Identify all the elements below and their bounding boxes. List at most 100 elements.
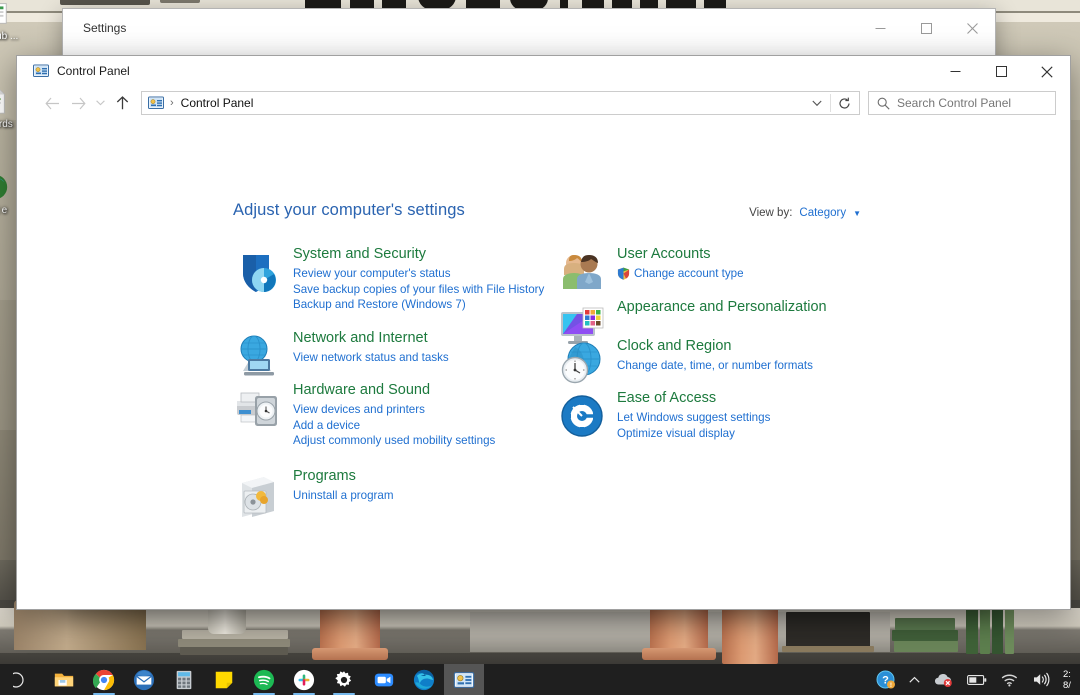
settings-titlebar[interactable]: Settings: [63, 9, 995, 47]
taskbar-item-spotify[interactable]: [244, 664, 284, 695]
address-dropdown-button[interactable]: [804, 92, 830, 114]
minimize-icon: [950, 66, 961, 77]
category-link[interactable]: Adjust commonly used mobility settings: [293, 433, 533, 449]
view-by-control[interactable]: View by: Category ▼: [749, 207, 861, 219]
zoom-camera-icon: [373, 669, 395, 691]
view-by-value[interactable]: Category: [799, 207, 846, 219]
category-link[interactable]: Change date, time, or number formats: [617, 358, 877, 374]
close-icon: [1041, 66, 1053, 78]
tray-help-button[interactable]: ? !: [869, 664, 902, 695]
category-title[interactable]: Clock and Region: [617, 337, 731, 356]
category-link[interactable]: Save backup copies of your files with Fi…: [293, 282, 533, 298]
file-explorer-icon: [53, 669, 75, 691]
pot-saucer-decor: [642, 648, 716, 660]
category-system-and-security[interactable]: System and Security Review your computer…: [233, 245, 533, 313]
category-link[interactable]: Let Windows suggest settings: [617, 410, 877, 426]
breadcrumb-control-panel[interactable]: Control Panel: [181, 96, 254, 110]
taskbar-item-slack[interactable]: [284, 664, 324, 695]
address-bar[interactable]: › Control Panel: [141, 91, 860, 115]
category-title[interactable]: Programs: [293, 467, 356, 486]
taskbar-item-settings[interactable]: [324, 664, 364, 695]
tray-network-button[interactable]: [994, 664, 1025, 695]
control-panel-titlebar[interactable]: Control Panel: [17, 56, 1070, 87]
taskbar-item-sticky-notes[interactable]: [204, 664, 244, 695]
up-button[interactable]: [109, 90, 135, 116]
system-tray: ? !: [869, 664, 1080, 695]
start-button[interactable]: [0, 664, 44, 695]
control-panel-maximize-button[interactable]: [978, 56, 1024, 87]
uac-shield-icon: [617, 267, 630, 280]
category-link-label: Change account type: [634, 266, 744, 282]
control-panel-close-button[interactable]: [1024, 56, 1070, 87]
svg-text:!: !: [890, 682, 892, 689]
control-panel-minimize-button[interactable]: [932, 56, 978, 87]
document-icon: [0, 86, 10, 116]
taskbar-item-microsoft-edge[interactable]: [404, 664, 444, 695]
slack-icon: [293, 669, 315, 691]
taskbar-item-calculator[interactable]: [164, 664, 204, 695]
sticky-notes-icon: [213, 669, 235, 691]
category-hardware-and-sound[interactable]: Hardware and Sound View devices and prin…: [233, 381, 533, 449]
category-user-accounts[interactable]: User Accounts Change account type: [557, 245, 877, 282]
category-link[interactable]: Backup and Restore (Windows 7): [293, 297, 533, 313]
control-panel-content: Adjust your computer's settings View by:…: [17, 119, 1070, 609]
category-ease-of-access[interactable]: Ease of Access Let Windows suggest setti…: [557, 389, 877, 441]
category-link[interactable]: Uninstall a program: [293, 488, 533, 504]
tray-battery-button[interactable]: [960, 664, 994, 695]
clock-time: 2:: [1063, 669, 1080, 680]
category-programs[interactable]: Programs Uninstall a program: [233, 467, 533, 504]
category-title[interactable]: Network and Internet: [293, 329, 428, 348]
taskbar-item-google-chrome[interactable]: [84, 664, 124, 695]
back-button[interactable]: [39, 90, 65, 116]
taskbar-item-control-panel[interactable]: [444, 664, 484, 695]
book-spine-decor: [992, 605, 1003, 654]
category-title[interactable]: Ease of Access: [617, 389, 716, 408]
control-panel-icon: [33, 63, 49, 79]
microsoft-edge-icon: [0, 172, 10, 202]
printer-device-icon: [233, 383, 283, 433]
category-title[interactable]: Hardware and Sound: [293, 381, 430, 400]
minimize-icon: [875, 23, 886, 34]
category-title[interactable]: Appearance and Personalization: [617, 298, 827, 317]
recent-locations-button[interactable]: [91, 90, 109, 116]
chevron-up-icon: [909, 676, 920, 684]
forward-button[interactable]: [65, 90, 91, 116]
category-link[interactable]: Add a device: [293, 418, 533, 434]
category-title[interactable]: System and Security: [293, 245, 426, 264]
chevron-down-icon[interactable]: ▼: [853, 209, 861, 218]
settings-minimize-button[interactable]: [857, 9, 903, 47]
search-input[interactable]: Search Control Panel: [897, 96, 1011, 110]
category-title[interactable]: User Accounts: [617, 245, 711, 264]
refresh-button[interactable]: [831, 92, 857, 114]
show-hidden-icons-button[interactable]: [902, 664, 927, 695]
taskbar-item-zoom[interactable]: [364, 664, 404, 695]
books-decor: [892, 630, 958, 641]
taskbar-item-mail[interactable]: [124, 664, 164, 695]
category-network-and-internet[interactable]: Network and Internet View network status…: [233, 329, 533, 366]
desktop-icon-accessories[interactable]: ories ub ...: [0, 0, 28, 42]
tray-onedrive-button[interactable]: [927, 664, 960, 695]
control-panel-window[interactable]: Control Panel: [16, 55, 1071, 610]
category-link[interactable]: View network status and tasks: [293, 350, 533, 366]
chevron-down-icon: [812, 100, 822, 107]
category-link[interactable]: Optimize visual display: [617, 426, 877, 442]
page-title: Adjust your computer's settings: [233, 201, 465, 220]
close-icon: [967, 23, 978, 34]
taskbar-clock[interactable]: 2: 8/: [1058, 669, 1080, 691]
ease-of-access-icon: [557, 391, 607, 441]
settings-close-button[interactable]: [949, 9, 995, 47]
control-panel-window-controls: [932, 56, 1070, 87]
category-appearance-and-personalization[interactable]: Appearance and Personalization: [557, 298, 877, 319]
desktop-icon-label: ion ords: [0, 119, 13, 130]
category-link[interactable]: Review your computer's status: [293, 266, 533, 282]
taskbar[interactable]: ? !: [0, 664, 1080, 695]
category-link-change-account-type[interactable]: Change account type: [617, 266, 877, 282]
category-link[interactable]: View devices and printers: [293, 402, 533, 418]
taskbar-item-file-explorer[interactable]: [44, 664, 84, 695]
search-control-panel-box[interactable]: Search Control Panel: [868, 91, 1056, 115]
tray-volume-button[interactable]: [1025, 664, 1058, 695]
book-spine-decor: [980, 608, 990, 654]
refresh-icon: [838, 97, 851, 110]
category-clock-and-region[interactable]: Clock and Region Change date, time, or n…: [557, 337, 877, 374]
settings-maximize-button[interactable]: [903, 9, 949, 47]
